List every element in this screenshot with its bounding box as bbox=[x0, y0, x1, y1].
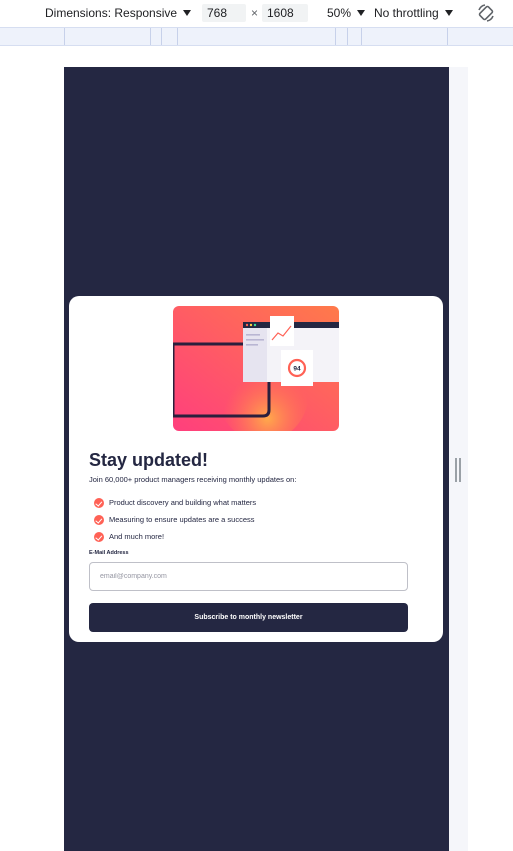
dimensions-label: Dimensions: Responsive bbox=[45, 6, 178, 20]
list-item: Product discovery and building what matt… bbox=[94, 494, 256, 511]
check-icon bbox=[94, 531, 104, 542]
throttling-label: No throttling bbox=[374, 6, 439, 20]
list-item-text: Measuring to ensure updates are a succes… bbox=[109, 515, 255, 524]
email-label: E-Mail Address bbox=[89, 550, 129, 556]
card-title: Stay updated! bbox=[89, 450, 209, 470]
chevron-down-icon bbox=[357, 10, 366, 16]
newsletter-card: 94 Stay updated! Join 60,000+ product ma… bbox=[69, 296, 443, 642]
list-item: And much more! bbox=[94, 528, 256, 545]
height-input[interactable]: 1608 bbox=[262, 4, 308, 22]
rotate-icon[interactable] bbox=[476, 3, 496, 23]
check-icon bbox=[94, 514, 104, 525]
benefits-list: Product discovery and building what matt… bbox=[94, 494, 256, 545]
card-intro: Join 60,000+ product managers receiving … bbox=[89, 475, 297, 484]
newsletter-illustration: 94 bbox=[173, 306, 339, 431]
illustration-score: 94 bbox=[293, 366, 301, 373]
subscribe-button[interactable]: Subscribe to monthly newsletter bbox=[89, 603, 408, 632]
width-input[interactable]: 768 bbox=[202, 4, 246, 22]
media-query-bar[interactable] bbox=[0, 27, 513, 46]
devtools-toolbar: Dimensions: Responsive 768 × 1608 50% No… bbox=[0, 0, 513, 27]
list-item-text: Product discovery and building what matt… bbox=[109, 498, 257, 507]
chevron-down-icon bbox=[444, 10, 453, 16]
list-item-text: And much more! bbox=[109, 532, 165, 541]
zoom-label: 50% bbox=[327, 6, 352, 20]
check-icon bbox=[94, 497, 104, 508]
email-field[interactable] bbox=[89, 562, 408, 591]
chevron-down-icon bbox=[183, 10, 192, 16]
zoom-dropdown[interactable]: 50% bbox=[327, 6, 366, 20]
throttling-dropdown[interactable]: No throttling bbox=[374, 6, 453, 20]
dimensions-dropdown[interactable]: Dimensions: Responsive bbox=[45, 6, 192, 20]
times-separator: × bbox=[251, 6, 259, 20]
resize-handle[interactable] bbox=[455, 458, 461, 482]
list-item: Measuring to ensure updates are a succes… bbox=[94, 511, 256, 528]
